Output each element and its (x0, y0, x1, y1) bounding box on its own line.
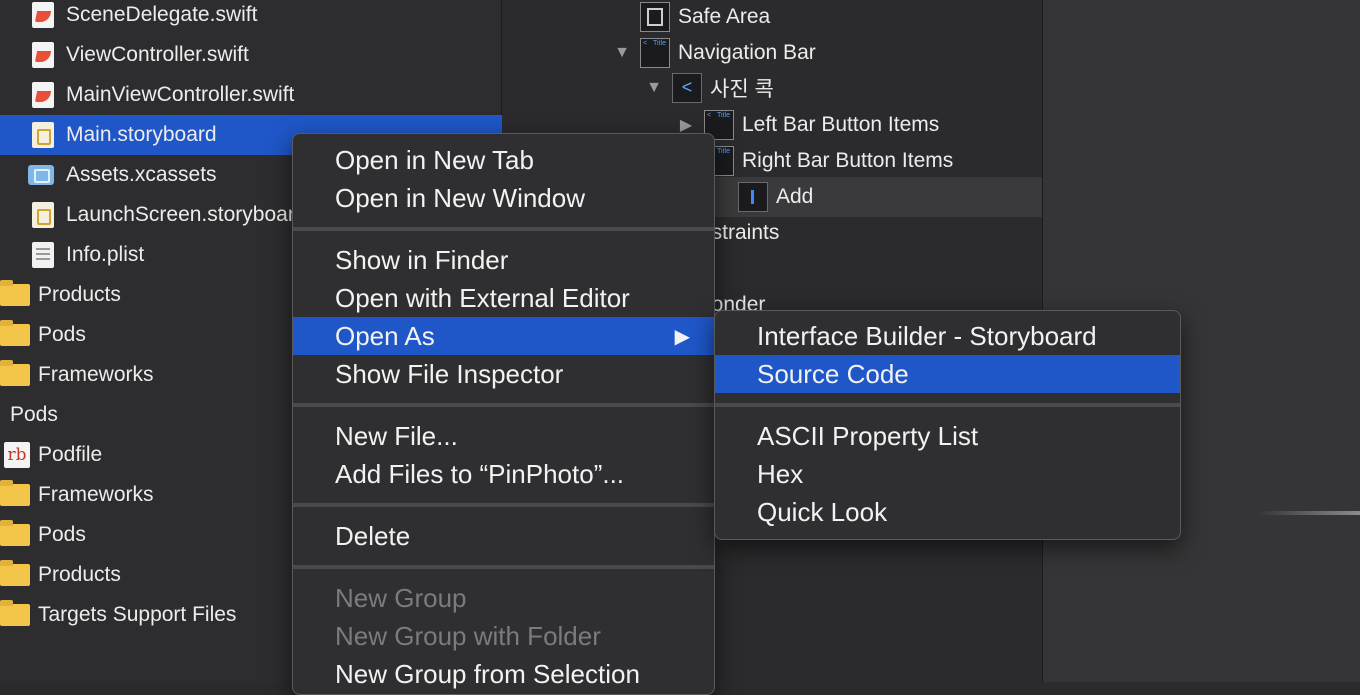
outline-label: Navigation Bar (678, 41, 816, 64)
outline-item-navigation-item[interactable]: ▼ < 사진 콕 (644, 68, 774, 108)
menu-separator (715, 403, 1180, 407)
menu-item-open-with-external-editor[interactable]: Open with External Editor (293, 279, 714, 317)
mini-title-text: Title (717, 112, 730, 119)
submenu-item-interface-builder[interactable]: Interface Builder - Storyboard (715, 317, 1180, 355)
outline-item-navigation-bar[interactable]: ▼ < Title Navigation Bar (612, 33, 816, 73)
menu-separator (293, 565, 714, 569)
open-as-submenu: Interface Builder - Storyboard Source Co… (714, 310, 1181, 540)
swift-file-icon (32, 42, 54, 68)
folder-icon (0, 520, 30, 546)
menu-separator (293, 403, 714, 407)
menu-item-open-in-new-window[interactable]: Open in New Window (293, 179, 714, 217)
submenu-item-ascii-property-list[interactable]: ASCII Property List (715, 417, 1180, 455)
group-label: Frameworks (38, 363, 154, 386)
folder-icon (0, 360, 30, 386)
file-label: ViewController.swift (66, 43, 249, 66)
disclosure-triangle-right-icon[interactable]: ▶ (676, 115, 696, 135)
file-label: Assets.xcassets (66, 163, 217, 186)
menu-item-new-group: New Group (335, 582, 467, 613)
submenu-item-hex[interactable]: Hex (715, 455, 1180, 493)
menu-separator (293, 503, 714, 507)
outline-label: Add (776, 185, 814, 208)
file-row-main-view-controller[interactable]: MainViewController.swift A (0, 75, 533, 115)
menu-item-new-group-from-selection[interactable]: New Group from Selection (293, 655, 714, 693)
swift-file-icon (32, 82, 54, 108)
bar-button-item-icon (738, 182, 768, 212)
ruby-file-icon: rb (4, 442, 30, 468)
group-label: Pods (38, 323, 86, 346)
context-menu: Open in New Tab Open in New Window Show … (292, 133, 715, 695)
disclosure-triangle-down-icon[interactable]: ▼ (612, 44, 632, 62)
folder-icon (0, 280, 30, 306)
navigation-bar-icon: < Title (640, 38, 670, 68)
menu-separator (293, 227, 714, 231)
file-label: SceneDelegate.swift (66, 3, 258, 26)
outline-label: Safe Area (678, 5, 771, 28)
folder-icon (0, 480, 30, 506)
file-row-view-controller[interactable]: ViewController.swift M (0, 35, 533, 75)
group-label: Products (38, 563, 121, 586)
submenu-item-quick-look[interactable]: Quick Look (715, 493, 1180, 531)
menu-item-new-group-with-folder: New Group with Folder (335, 620, 601, 651)
file-label: LaunchScreen.storyboard (66, 203, 307, 226)
disclosure-triangle-down-icon[interactable]: ▼ (644, 79, 664, 97)
file-row-scene-delegate[interactable]: SceneDelegate.swift (0, 0, 533, 35)
storyboard-file-icon (32, 122, 54, 148)
group-label: Products (38, 283, 121, 306)
group-label: Pods (38, 523, 86, 546)
safe-area-icon (640, 2, 670, 32)
file-label: Podfile (38, 443, 103, 466)
menu-item-new-file[interactable]: New File... (293, 417, 714, 455)
folder-icon (0, 560, 30, 586)
file-label: Main.storyboard (66, 123, 217, 146)
storyboard-file-icon (32, 202, 54, 228)
menu-item-show-file-inspector[interactable]: Show File Inspector (293, 355, 714, 393)
outline-item-left-bar-button-items[interactable]: ▶ < Title Left Bar Button Items (676, 105, 939, 145)
swift-file-icon (32, 2, 54, 28)
group-label: Targets Support Files (38, 603, 237, 626)
outline-label: Left Bar Button Items (742, 113, 940, 136)
menu-item-show-in-finder[interactable]: Show in Finder (293, 241, 714, 279)
outline-item-safe-area[interactable]: Safe Area (640, 0, 770, 37)
menu-item-open-as[interactable]: Open As ▶ (293, 317, 714, 355)
menu-item-open-in-new-tab[interactable]: Open in New Tab (293, 141, 714, 179)
mini-title-text: Title (717, 148, 730, 155)
submenu-arrow-icon: ▶ (674, 325, 690, 348)
back-chevron-icon: < (672, 73, 702, 103)
submenu-item-source-code[interactable]: Source Code (715, 355, 1180, 393)
asset-catalog-icon (28, 165, 54, 185)
menu-item-add-files[interactable]: Add Files to “PinPhoto”... (293, 455, 714, 493)
mini-title-text: Title (653, 40, 666, 47)
project-label: Pods (10, 403, 58, 426)
file-label: Info.plist (66, 243, 145, 266)
outline-label: Right Bar Button Items (742, 149, 954, 172)
group-label: Frameworks (38, 483, 154, 506)
plist-file-icon (32, 242, 54, 268)
canvas-connector-line (1258, 511, 1360, 515)
folder-icon (0, 320, 30, 346)
file-label: MainViewController.swift (66, 83, 295, 106)
folder-icon (0, 600, 30, 626)
outline-label: 사진 콕 (710, 78, 774, 101)
menu-item-delete[interactable]: Delete (293, 517, 714, 555)
outline-item-right-bar-button-items[interactable]: ▼ Title Right Bar Button Items (676, 141, 953, 181)
